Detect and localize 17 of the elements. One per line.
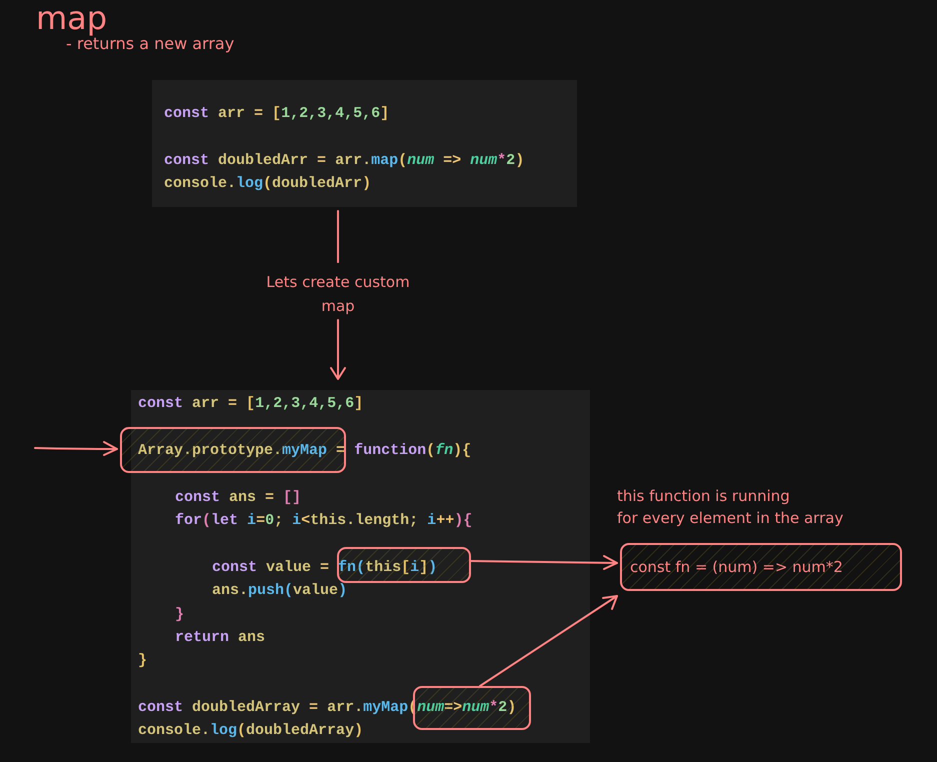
code-line: console.log(doubledArray) — [138, 721, 364, 742]
code-line: const arr = [1,2,3,4,5,6] — [138, 394, 364, 414]
code-line: } — [138, 651, 148, 672]
code-line: for(let i=0; i<this.length; i++){ — [174, 510, 472, 531]
code-line: } — [174, 604, 184, 625]
code-line: const doubledArr = arr.map(num => num*2) — [164, 150, 524, 171]
code-line: const ans = [] — [174, 488, 302, 508]
heading: map — [36, 0, 108, 36]
connector-label: Lets create custom map — [265, 272, 411, 317]
code-line: const arr = [1,2,3,4,5,6] — [164, 104, 390, 124]
code-line: ans.push(value) — [211, 581, 348, 602]
code-line: const value = fn(this[i]) — [211, 558, 438, 578]
annotation-text: this function is running for every element in the array — [617, 486, 844, 529]
code-line: console.log(doubledArr) — [164, 174, 372, 194]
code-line: return ans — [174, 628, 266, 648]
callout-box: const fn = (num) => num*2 — [620, 543, 902, 591]
code-line: Array.prototype.myMap = function(fn){ — [138, 440, 472, 461]
